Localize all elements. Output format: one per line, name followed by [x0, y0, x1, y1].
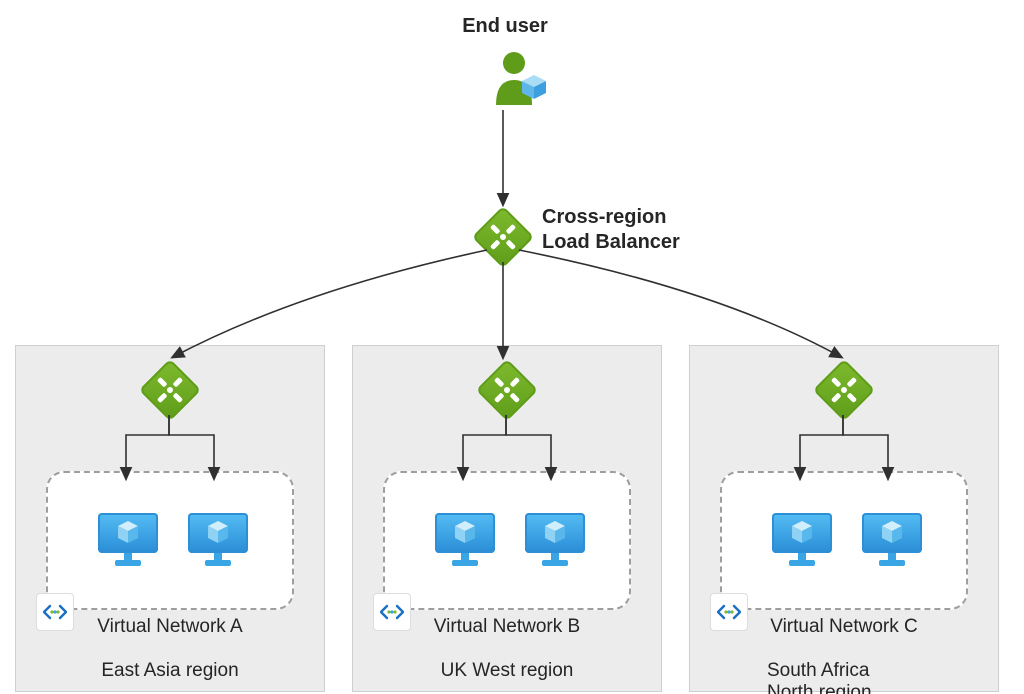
vm-icon [862, 513, 922, 567]
vm-icon [525, 513, 585, 567]
vnet-icon [710, 593, 748, 631]
vm-icon [772, 513, 832, 567]
region-c-vnet-label: Virtual Network C [770, 616, 917, 638]
region-b-vnet-box [383, 471, 631, 610]
region-a-lb-icon [148, 368, 192, 412]
region-c-lb-icon [822, 368, 866, 412]
region-b-vnet-label: Virtual Network B [434, 616, 580, 638]
user-icon [492, 50, 552, 105]
vm-icon [98, 513, 158, 567]
region-a-vnet-label: Virtual Network A [97, 616, 242, 638]
diagram-canvas: End user Cross-region Load Balancer [0, 0, 1024, 694]
region-c-region-label: South Africa North region [767, 660, 921, 694]
region-card-b: Virtual Network B UK West region [352, 345, 662, 692]
cross-region-lb-icon [481, 215, 525, 259]
region-a-region-label: East Asia region [101, 660, 238, 682]
end-user-label: End user [462, 14, 548, 39]
region-a-vnet-box [46, 471, 294, 610]
region-card-a: Virtual Network A East Asia region [15, 345, 325, 692]
vnet-icon [36, 593, 74, 631]
vnet-icon [373, 593, 411, 631]
vm-icon [188, 513, 248, 567]
region-card-c: Virtual Network C South Africa North reg… [689, 345, 999, 692]
region-b-region-label: UK West region [441, 660, 574, 682]
region-b-lb-icon [485, 368, 529, 412]
cross-region-lb-label-2: Load Balancer [542, 230, 680, 255]
vm-icon [435, 513, 495, 567]
region-c-vnet-box [720, 471, 968, 610]
cross-region-lb-label-1: Cross-region [542, 205, 666, 230]
